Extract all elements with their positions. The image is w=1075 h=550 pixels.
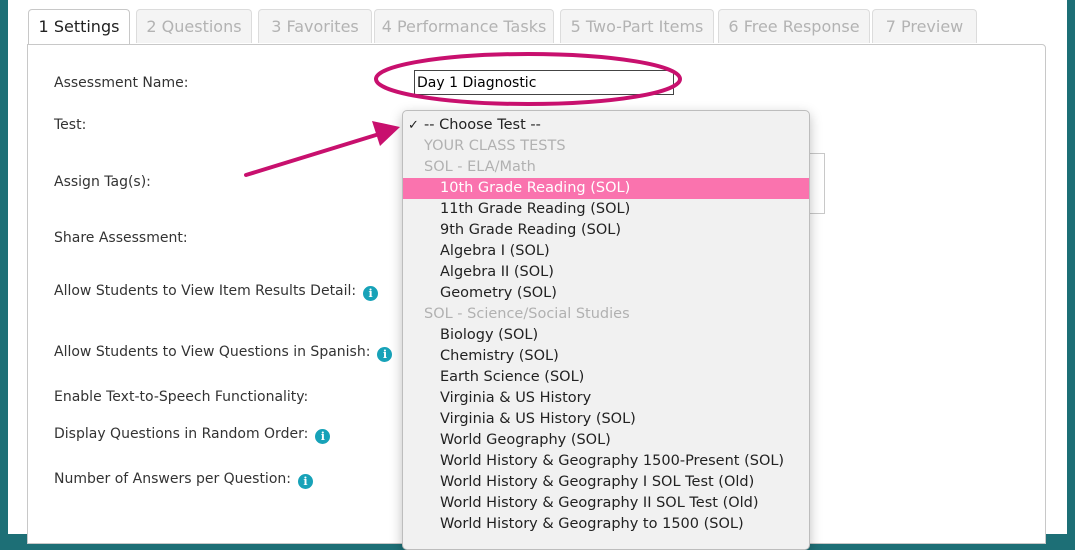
option-geometry[interactable]: Geometry (SOL)	[403, 283, 809, 304]
assign-tags-label: Assign Tag(s):	[54, 174, 151, 190]
tab-favorites[interactable]: 3 Favorites	[258, 9, 372, 43]
random-order-row: Display Questions in Random Order: i	[54, 426, 331, 444]
option-algebra-i[interactable]: Algebra I (SOL)	[403, 241, 809, 262]
option-virginia-us-history[interactable]: Virginia & US History	[403, 388, 809, 409]
option-chemistry[interactable]: Chemistry (SOL)	[403, 346, 809, 367]
test-label: Test:	[54, 117, 87, 133]
option-world-geography[interactable]: World Geography (SOL)	[403, 430, 809, 451]
option-9th-grade-reading[interactable]: 9th Grade Reading (SOL)	[403, 220, 809, 241]
allow-spanish-row: Allow Students to View Questions in Span…	[54, 344, 393, 362]
tab-free-response[interactable]: 6 Free Response	[718, 9, 870, 43]
allow-spanish-label: Allow Students to View Questions in Span…	[54, 344, 371, 360]
tab-preview[interactable]: 7 Preview	[872, 9, 977, 43]
answers-per-question-row: Number of Answers per Question: i	[54, 471, 313, 489]
tab-performance-tasks[interactable]: 4 Performance Tasks	[374, 9, 554, 43]
option-biology[interactable]: Biology (SOL)	[403, 325, 809, 346]
option-label: -- Choose Test --	[424, 117, 541, 133]
text-to-speech-label: Enable Text-to-Speech Functionality:	[54, 389, 309, 405]
option-virginia-us-history-sol[interactable]: Virginia & US History (SOL)	[403, 409, 809, 430]
tab-settings[interactable]: 1 Settings	[28, 9, 130, 45]
optgroup-ela-math: SOL - ELA/Math	[424, 159, 536, 175]
assessment-name-label: Assessment Name:	[54, 75, 189, 91]
option-world-history-to-1500[interactable]: World History & Geography to 1500 (SOL)	[403, 514, 809, 535]
info-icon[interactable]: i	[363, 286, 379, 301]
tab-questions[interactable]: 2 Questions	[136, 9, 252, 43]
info-icon[interactable]: i	[377, 347, 393, 362]
allow-item-results-row: Allow Students to View Item Results Deta…	[54, 283, 379, 301]
info-icon[interactable]: i	[297, 474, 313, 489]
assessment-name-input[interactable]	[414, 70, 674, 95]
optgroup-science-social: SOL - Science/Social Studies	[424, 306, 630, 322]
settings-page: 1 Settings 2 Questions 3 Favorites 4 Per…	[8, 0, 1067, 550]
option-11th-grade-reading[interactable]: 11th Grade Reading (SOL)	[403, 199, 809, 220]
share-assessment-label: Share Assessment:	[54, 230, 188, 246]
test-select-dropdown[interactable]: ✓ -- Choose Test -- YOUR CLASS TESTS SOL…	[402, 110, 810, 550]
allow-item-results-label: Allow Students to View Item Results Deta…	[54, 283, 357, 299]
option-world-history-ii-old[interactable]: World History & Geography II SOL Test (O…	[403, 493, 809, 514]
option-world-history-1500-present[interactable]: World History & Geography 1500-Present (…	[403, 451, 809, 472]
checkmark-icon: ✓	[408, 118, 419, 133]
random-order-label: Display Questions in Random Order:	[54, 426, 309, 442]
option-10th-grade-reading[interactable]: 10th Grade Reading (SOL)	[403, 178, 809, 199]
option-earth-science[interactable]: Earth Science (SOL)	[403, 367, 809, 388]
tab-two-part-items[interactable]: 5 Two-Part Items	[560, 9, 714, 43]
option-choose-test[interactable]: ✓ -- Choose Test --	[403, 115, 809, 136]
info-icon[interactable]: i	[315, 429, 331, 444]
answers-per-question-label: Number of Answers per Question:	[54, 471, 291, 487]
option-world-history-i-old[interactable]: World History & Geography I SOL Test (Ol…	[403, 472, 809, 493]
option-algebra-ii[interactable]: Algebra II (SOL)	[403, 262, 809, 283]
optgroup-class-tests: YOUR CLASS TESTS	[424, 138, 566, 154]
